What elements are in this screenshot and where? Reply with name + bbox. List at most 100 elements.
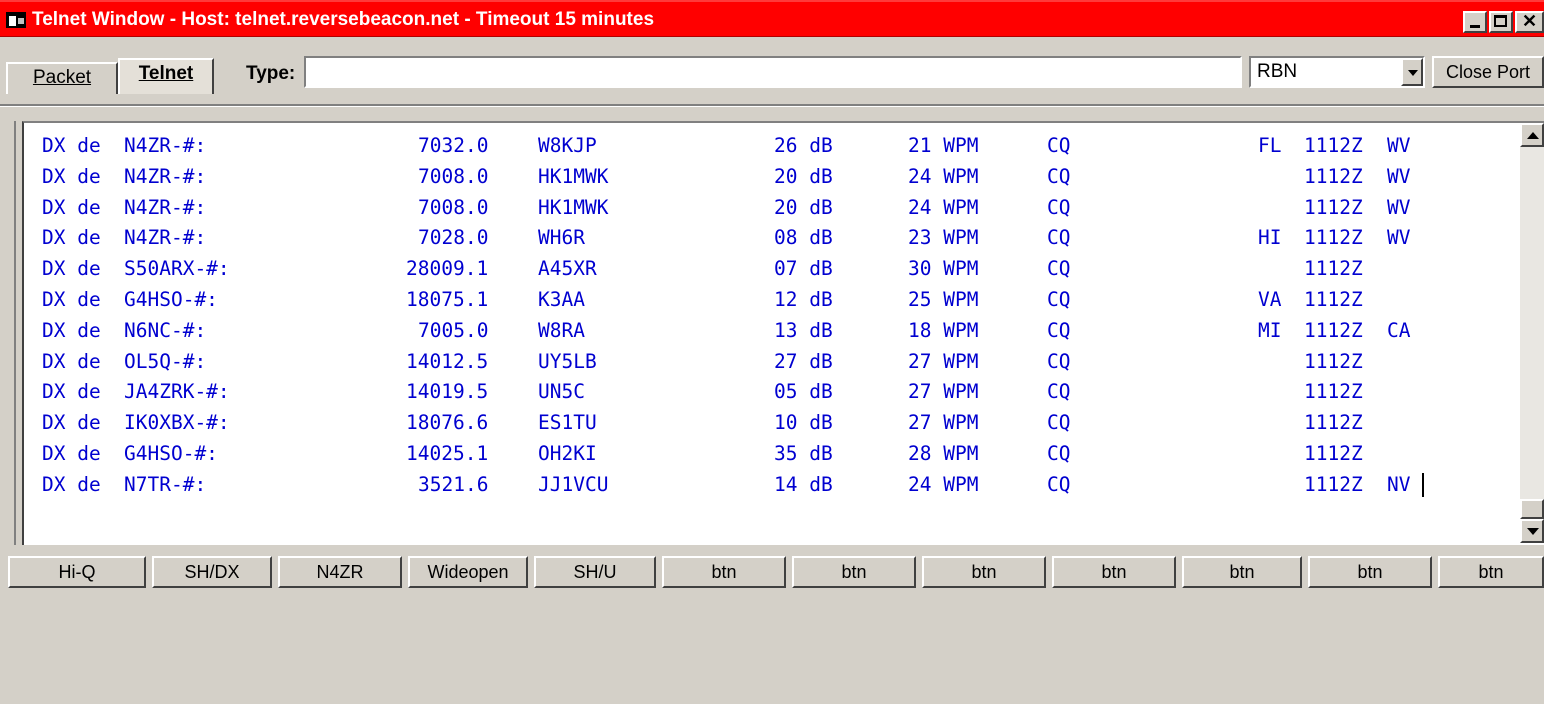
spot-spotter: N4ZR-#: (124, 226, 207, 250)
spot-callsign: ES1TU (538, 411, 597, 435)
host-select[interactable]: RBN (1249, 56, 1425, 88)
spot-speed: 24 WPM (908, 195, 979, 219)
app-icon[interactable] (6, 12, 26, 28)
spot-speed: 21 WPM (908, 134, 979, 157)
macro-button-shdx[interactable]: SH/DX (152, 556, 272, 588)
minimize-button[interactable] (1463, 11, 1487, 33)
maximize-button[interactable] (1489, 11, 1513, 33)
toolbar: Packet Telnet Type: RBN Close Port (0, 37, 1544, 100)
macro-button-9[interactable]: btn (1052, 556, 1176, 588)
spot-snr: 26 dB (774, 134, 833, 157)
spot-location: WV (1387, 195, 1411, 219)
spot-prefix: DX de (42, 164, 101, 188)
spot-callsign: HK1MWK (538, 195, 609, 219)
spot-type: CQ (1047, 164, 1071, 188)
spot-line: DX de OL5Q-#: 14012.5 UY5LB 27 dB 27 WPM… (42, 347, 1363, 378)
macro-button-12[interactable]: btn (1438, 556, 1544, 588)
tab-telnet[interactable]: Telnet (118, 58, 214, 94)
minimize-icon (1470, 25, 1480, 28)
spot-location: WV (1387, 226, 1411, 250)
title-bar[interactable]: Telnet Window - Host: telnet.reversebeac… (0, 0, 1544, 37)
spot-snr: 14 dB (774, 472, 833, 496)
spot-callsign: WH6R (538, 226, 585, 250)
scroll-thumb[interactable] (1520, 499, 1544, 519)
spot-speed: 30 WPM (908, 257, 979, 281)
macro-button-8[interactable]: btn (922, 556, 1046, 588)
scroll-up-icon[interactable] (1520, 123, 1544, 147)
spot-snr: 12 dB (774, 287, 833, 311)
spot-prefix: DX de (42, 134, 101, 157)
spot-time: 1112Z (1304, 134, 1363, 157)
macro-button-10[interactable]: btn (1182, 556, 1302, 588)
telnet-output[interactable]: DX de N4ZR-#: 7032.0 W8KJP 26 dB 21 WPM … (22, 121, 1544, 545)
maximize-icon (1494, 15, 1507, 27)
spot-type: CQ (1047, 195, 1071, 219)
spot-time: 1112Z (1304, 349, 1363, 373)
spot-snr: 20 dB (774, 195, 833, 219)
spot-spotter: G4HSO-#: (124, 287, 218, 311)
type-input[interactable] (304, 56, 1242, 88)
spot-callsign: W8KJP (538, 134, 597, 157)
spot-time: 1112Z (1304, 472, 1363, 496)
macro-button-7[interactable]: btn (792, 556, 916, 588)
macro-button-n4zr[interactable]: N4ZR (278, 556, 402, 588)
spot-location: WV (1387, 164, 1411, 188)
close-port-button[interactable]: Close Port (1432, 56, 1544, 88)
spot-frequency: 7008.0 (418, 164, 489, 188)
spot-line: DX de N7TR-#: 3521.6 JJ1VCU 14 dB 24 WPM… (42, 470, 1424, 501)
spot-line: DX de S50ARX-#: 28009.1 A45XR 07 dB 30 W… (42, 254, 1363, 285)
spot-line: DX de G4HSO-#: 18075.1 K3AA 12 dB 25 WPM… (42, 285, 1363, 316)
spot-spotter: N4ZR-#: (124, 164, 207, 188)
spot-line: DX de N4ZR-#: 7028.0 WH6R 08 dB 23 WPM C… (42, 223, 1410, 254)
spot-type: CQ (1047, 441, 1071, 465)
spot-line: DX de IK0XBX-#: 18076.6 ES1TU 10 dB 27 W… (42, 408, 1363, 439)
spot-state: HI (1258, 226, 1282, 250)
type-label: Type: (246, 63, 296, 84)
spot-snr: 35 dB (774, 441, 833, 465)
text-caret (1422, 472, 1424, 497)
spot-snr: 13 dB (774, 318, 833, 342)
spot-callsign: JJ1VCU (538, 472, 609, 496)
divider (0, 104, 1544, 107)
host-select-value: RBN (1257, 61, 1298, 82)
spot-callsign: K3AA (538, 287, 585, 311)
spot-prefix: DX de (42, 226, 101, 250)
spot-type: CQ (1047, 287, 1071, 311)
spot-spotter: JA4ZRK-#: (124, 380, 230, 404)
spot-speed: 23 WPM (908, 226, 979, 250)
spot-prefix: DX de (42, 287, 101, 311)
macro-button-6[interactable]: btn (662, 556, 786, 588)
spot-type: CQ (1047, 226, 1071, 250)
spot-speed: 27 WPM (908, 349, 979, 373)
macro-button-shu[interactable]: SH/U (534, 556, 656, 588)
spot-snr: 20 dB (774, 164, 833, 188)
spot-speed: 24 WPM (908, 472, 979, 496)
left-border (14, 121, 22, 545)
spot-speed: 28 WPM (908, 441, 979, 465)
scroll-down-icon[interactable] (1520, 519, 1544, 543)
spot-state: MI (1258, 318, 1282, 342)
close-window-button[interactable]: ✕ (1515, 11, 1544, 33)
spot-speed: 24 WPM (908, 164, 979, 188)
spot-time: 1112Z (1304, 226, 1363, 250)
spot-time: 1112Z (1304, 411, 1363, 435)
spot-frequency: 7032.0 (418, 134, 489, 157)
spot-callsign: W8RA (538, 318, 585, 342)
macro-button-11[interactable]: btn (1308, 556, 1432, 588)
spot-spotter: S50ARX-#: (124, 257, 230, 281)
vertical-scrollbar[interactable] (1520, 123, 1544, 543)
spot-speed: 25 WPM (908, 287, 979, 311)
spot-spotter: N4ZR-#: (124, 134, 207, 157)
macro-button-wideopen[interactable]: Wideopen (408, 556, 528, 588)
spot-line: DX de N4ZR-#: 7008.0 HK1MWK 20 dB 24 WPM… (42, 162, 1410, 193)
spot-speed: 27 WPM (908, 380, 979, 404)
spot-type: CQ (1047, 380, 1071, 404)
spot-snr: 05 dB (774, 380, 833, 404)
spot-callsign: OH2KI (538, 441, 597, 465)
chevron-down-icon[interactable] (1401, 58, 1423, 86)
macro-button-hiq[interactable]: Hi-Q (8, 556, 146, 588)
window-title: Telnet Window - Host: telnet.reversebeac… (32, 9, 655, 30)
tab-packet[interactable]: Packet (6, 62, 118, 94)
spot-type: CQ (1047, 257, 1071, 281)
spot-prefix: DX de (42, 380, 101, 404)
